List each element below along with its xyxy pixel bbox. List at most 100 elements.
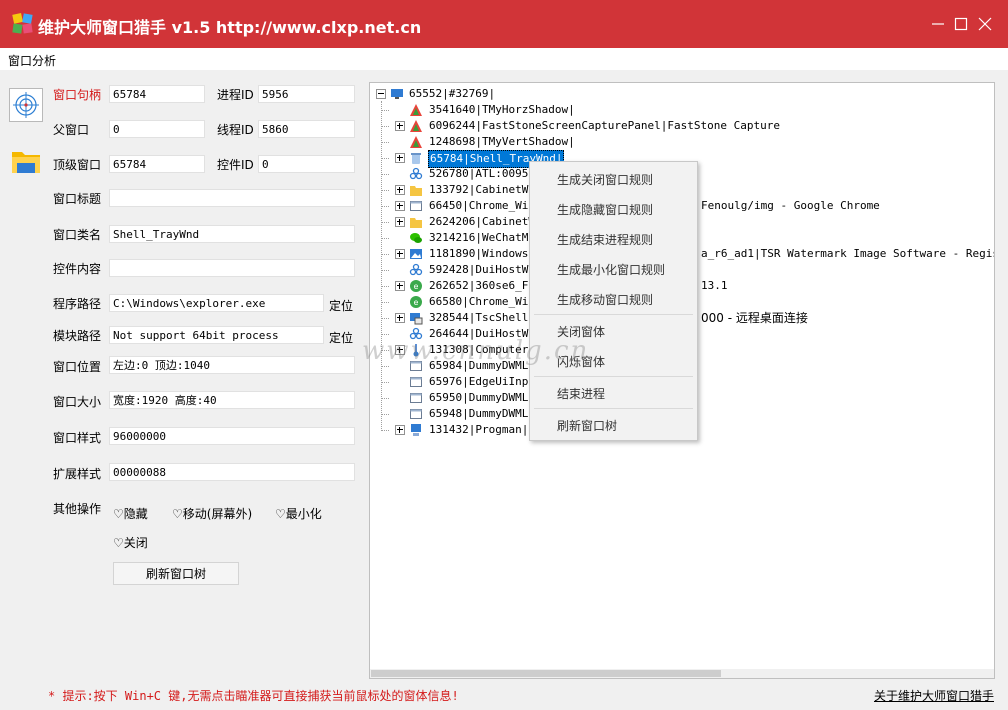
content-field[interactable]: [109, 259, 355, 277]
parent-field[interactable]: 0: [109, 120, 205, 138]
title-bar: 维护大师窗口猎手 v1.5 http://www.clxp.net.cn: [0, 0, 1008, 48]
tree-connector: [382, 238, 389, 239]
tree-item-label: 66450|Chrome_Wic: [429, 199, 535, 212]
tree-item-label: 6096244|FastStoneScreenCapturePanel|Fast…: [429, 119, 780, 132]
style-label: 窗口样式: [53, 431, 102, 445]
color-squares-logo-icon: [12, 13, 33, 34]
locate-program-button[interactable]: 定位: [329, 297, 353, 314]
tree-item-label: 328544|TscShellC: [429, 311, 535, 324]
menu-separator: [534, 314, 693, 315]
tid-label: 线程ID: [217, 123, 254, 137]
menu-gen-minimize-rule[interactable]: 生成最小化窗口规则: [557, 261, 665, 278]
tree-connector: [382, 206, 389, 207]
expand-icon[interactable]: [395, 425, 405, 435]
minimize-option[interactable]: ♡最小化: [275, 505, 322, 522]
position-field[interactable]: 左边:0 顶边:1040: [109, 356, 355, 374]
crosshair-icon[interactable]: [9, 88, 43, 122]
window-icon: [410, 409, 422, 419]
tree-connector: [382, 158, 389, 159]
watermark: www.cnnulg.cn: [362, 336, 590, 366]
top-window-field[interactable]: 65784: [109, 155, 205, 173]
tree-connector: [382, 110, 389, 111]
menu-gen-close-rule[interactable]: 生成关闭窗口规则: [557, 171, 653, 188]
tree-connector: [382, 126, 389, 127]
control-id-field[interactable]: 0: [258, 155, 355, 173]
scrollbar-thumb[interactable]: [371, 670, 721, 677]
pid-field[interactable]: 5956: [258, 85, 355, 103]
hint-text: * 提示:按下 Win+C 键,无需点击瞄准器可直接捕获当前鼠标处的窗体信息!: [48, 689, 459, 703]
tree-connector: [382, 222, 389, 223]
tree-connector: [382, 302, 389, 303]
desktop-icon: [391, 89, 403, 99]
program-path-label: 程序路径: [53, 297, 102, 311]
expand-icon[interactable]: [395, 313, 405, 323]
tree-item-label: 2624206|CabinetW: [429, 215, 535, 228]
svg-text:e: e: [414, 298, 419, 307]
expand-icon[interactable]: [395, 153, 405, 163]
menu-gen-hide-rule[interactable]: 生成隐藏窗口规则: [557, 201, 653, 218]
expand-icon[interactable]: [395, 201, 405, 211]
position-label: 窗口位置: [53, 360, 102, 374]
handle-label: 窗口句柄: [53, 88, 102, 102]
network-icon: [409, 167, 423, 180]
menu-separator: [534, 408, 693, 409]
tree-item-label: 65948|DummyDWMLi: [429, 407, 535, 420]
size-label: 窗口大小: [53, 395, 102, 409]
caption-field[interactable]: [109, 189, 355, 207]
expand-icon[interactable]: [395, 121, 405, 131]
top-window-label: 顶级窗口: [53, 158, 102, 172]
menu-gen-move-rule[interactable]: 生成移动窗口规则: [557, 291, 653, 308]
tree-item-label: 65976|EdgeUiInpu: [429, 375, 535, 388]
tree-connector: [382, 286, 389, 287]
folder-icon[interactable]: [9, 144, 43, 178]
move-offscreen-option[interactable]: ♡移动(屏幕外): [172, 505, 252, 522]
caption-label: 窗口标题: [53, 192, 102, 206]
refresh-tree-button[interactable]: 刷新窗口树: [113, 562, 239, 585]
menu-window-analysis[interactable]: 窗口分析: [8, 52, 56, 69]
expand-icon[interactable]: [395, 281, 405, 291]
tree-connector: [382, 190, 389, 191]
tree-connector: [382, 174, 389, 175]
about-link[interactable]: 关于维护大师窗口猎手: [874, 687, 994, 704]
tree-connector: [382, 254, 389, 255]
maximize-icon[interactable]: [951, 14, 971, 34]
image-icon: [410, 249, 422, 259]
menu-kill-process[interactable]: 结束进程: [557, 385, 605, 402]
tree-connector: [382, 398, 389, 399]
class-name-field[interactable]: Shell_TrayWnd: [109, 225, 355, 243]
tree-connector: [382, 430, 389, 431]
tree-item-tail: a_r6_ad1|TSR Watermark Image Software - …: [701, 247, 994, 260]
close-option[interactable]: ♡关闭: [113, 534, 148, 551]
module-path-label: 模块路径: [53, 329, 102, 343]
exstyle-field[interactable]: 00000088: [109, 463, 355, 481]
tree-item-label: 3214216|WeChatMa: [429, 231, 535, 244]
tree-item-label: 131432|Progman|P: [429, 423, 535, 436]
tree-connector: [382, 142, 389, 143]
program-path-field[interactable]: C:\Windows\explorer.exe: [109, 294, 324, 312]
window-icon: [410, 377, 422, 387]
locate-module-button[interactable]: 定位: [329, 329, 353, 346]
svg-text:e: e: [414, 282, 419, 291]
style-field[interactable]: 96000000: [109, 427, 355, 445]
tree-connector: [382, 366, 389, 367]
minimize-icon[interactable]: [928, 14, 948, 34]
expand-icon[interactable]: [395, 217, 405, 227]
tree-connector: [382, 270, 389, 271]
hide-option[interactable]: ♡隐藏: [113, 505, 148, 522]
menu-bar: 窗口分析: [0, 48, 1008, 70]
other-ops-label: 其他操作: [53, 502, 102, 516]
tid-field[interactable]: 5860: [258, 120, 355, 138]
size-field[interactable]: 宽度:1920 高度:40: [109, 391, 355, 409]
expand-icon[interactable]: [395, 249, 405, 259]
window-title: 维护大师窗口猎手 v1.5 http://www.clxp.net.cn: [38, 18, 422, 37]
horizontal-scrollbar[interactable]: [370, 669, 994, 678]
handle-field[interactable]: 65784: [109, 85, 205, 103]
browser-360-icon: e: [410, 280, 422, 292]
window-icon: [410, 393, 422, 403]
close-icon[interactable]: [975, 14, 995, 34]
collapse-icon[interactable]: [376, 89, 386, 99]
expand-icon[interactable]: [395, 185, 405, 195]
menu-refresh-tree[interactable]: 刷新窗口树: [557, 417, 617, 434]
menu-gen-kill-rule[interactable]: 生成结束进程规则: [557, 231, 653, 248]
module-path-field[interactable]: Not support 64bit process: [109, 326, 324, 344]
